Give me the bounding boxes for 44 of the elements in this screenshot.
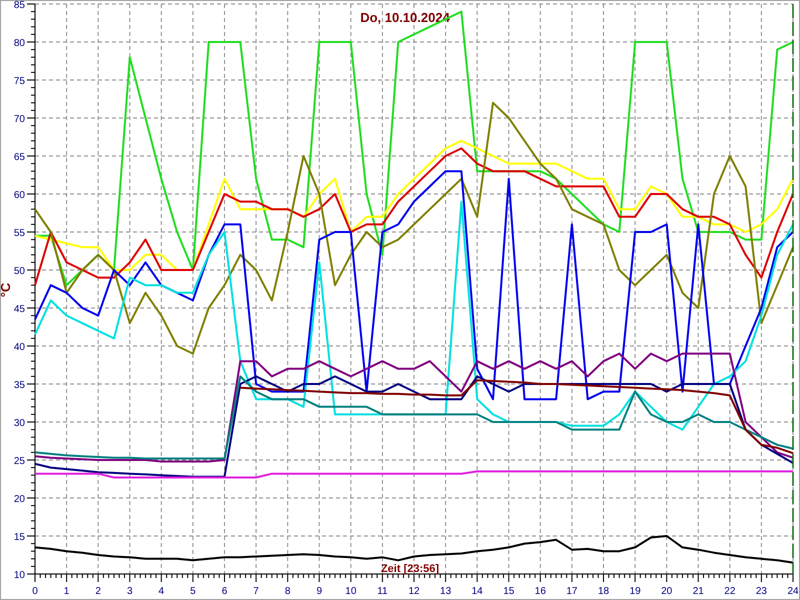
tick-label: 30 [14, 418, 25, 429]
tick-label: 2 [95, 586, 101, 597]
tick-label: 65 [14, 152, 25, 163]
tick-label: 9 [316, 586, 322, 597]
tick-label: 24 [787, 586, 799, 597]
tick-label: 11 [377, 586, 388, 597]
chart-title: Do, 10.10.2024 [360, 10, 450, 25]
tick-label: 15 [14, 532, 25, 543]
tick-label: 19 [630, 586, 641, 597]
tick-label: 18 [598, 586, 610, 597]
tick-label: 16 [534, 586, 546, 597]
tick-label: 5 [190, 586, 196, 597]
tick-label: 55 [14, 228, 25, 239]
tick-label: 35 [14, 380, 25, 391]
tick-label: 23 [756, 586, 767, 597]
tick-label: 20 [14, 494, 25, 505]
tick-label: 13 [440, 586, 452, 597]
tick-label: 10 [345, 586, 356, 597]
tick-label: 21 [692, 586, 704, 597]
x-axis-label: Zeit [23:56] [380, 563, 440, 575]
tick-label: 80 [14, 38, 25, 49]
tick-label: 45 [14, 304, 25, 315]
tick-label: 7 [253, 586, 259, 597]
tick-label: 85 [14, 0, 25, 11]
tick-label: 10 [14, 570, 25, 581]
tick-label: 75 [14, 76, 25, 87]
tick-label: 14 [472, 586, 483, 597]
tick-label: 20 [661, 586, 672, 597]
tick-label: 3 [126, 586, 133, 597]
tick-label: 6 [222, 586, 228, 597]
tick-label: 50 [14, 266, 25, 277]
tick-label: 70 [14, 114, 25, 125]
tick-label: 8 [284, 586, 290, 597]
y-axis-label: °C [0, 282, 13, 298]
tick-label: 0 [32, 586, 38, 597]
tick-label: 40 [14, 342, 25, 353]
tick-label: 17 [566, 586, 578, 597]
tick-label: 4 [158, 586, 164, 597]
tick-label: 1 [64, 586, 70, 597]
tick-label: 12 [408, 586, 420, 597]
tick-label: 25 [14, 456, 25, 467]
tick-label: 22 [724, 586, 736, 597]
tick-label: 60 [14, 190, 25, 201]
tick-label: 15 [503, 586, 514, 597]
